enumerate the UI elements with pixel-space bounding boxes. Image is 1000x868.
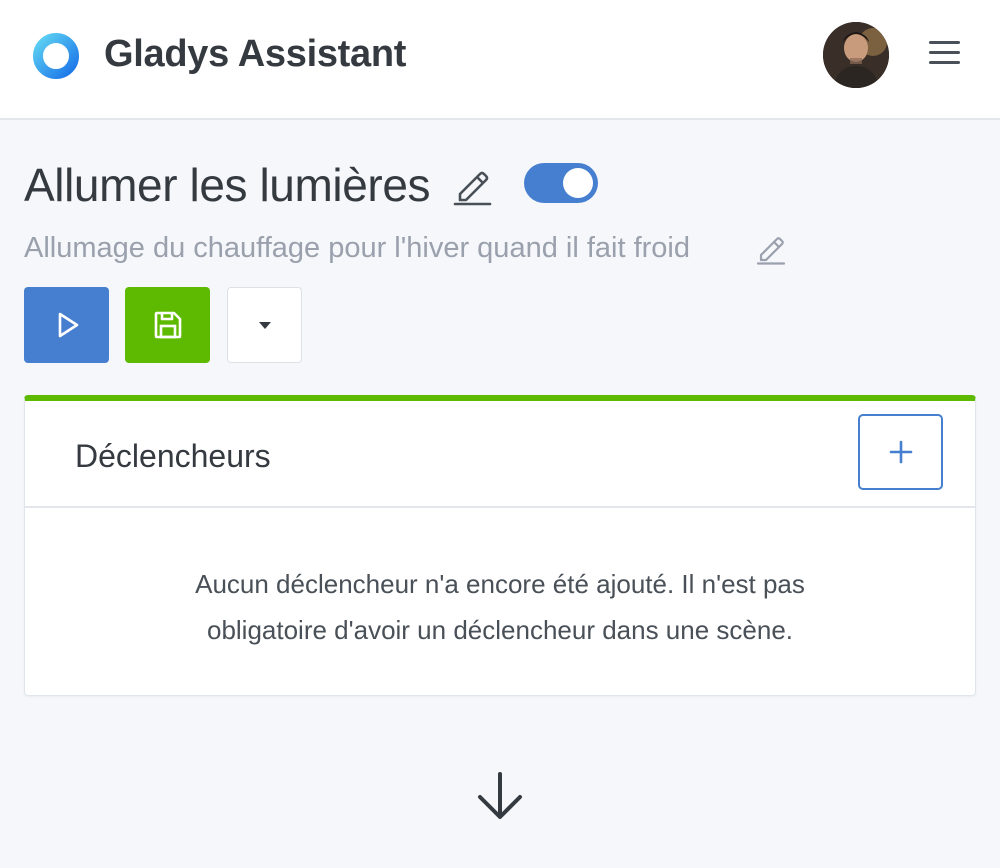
triggers-title: Déclencheurs xyxy=(75,438,271,474)
triggers-card: Déclencheurs Aucun déclencheur n'a encor… xyxy=(24,395,976,696)
scene-description: Allumage du chauffage pour l'hiver quand… xyxy=(24,232,690,264)
triggers-empty-message: Aucun déclencheur n'a encore été ajouté.… xyxy=(25,561,975,653)
empty-message-line-1: Aucun déclencheur n'a encore été ajouté.… xyxy=(195,569,805,599)
caret-down-icon xyxy=(258,322,271,329)
save-icon xyxy=(154,311,181,339)
start-scene-button[interactable] xyxy=(24,287,109,363)
scene-active-toggle[interactable] xyxy=(524,163,598,203)
play-icon xyxy=(58,312,78,338)
top-header: Gladys Assistant xyxy=(0,0,1000,120)
hamburger-menu-icon[interactable] xyxy=(925,36,963,70)
plus-icon xyxy=(889,440,912,464)
app-title: Gladys Assistant xyxy=(104,33,407,75)
avatar-image xyxy=(823,22,889,88)
empty-message-line-2: obligatoire d'avoir un déclencheur dans … xyxy=(206,615,794,645)
triggers-card-header: Déclencheurs xyxy=(25,401,975,508)
scene-title: Allumer les lumières xyxy=(24,159,431,211)
edit-description-pencil-icon[interactable] xyxy=(756,233,786,265)
more-actions-dropdown-button[interactable] xyxy=(227,287,302,363)
edit-title-pencil-icon[interactable] xyxy=(452,164,492,206)
arrow-down-icon xyxy=(478,772,522,819)
toggle-knob xyxy=(563,168,593,198)
avatar[interactable] xyxy=(823,22,889,88)
gladys-logo-icon[interactable] xyxy=(29,31,83,81)
add-trigger-button[interactable] xyxy=(858,414,943,490)
save-scene-button[interactable] xyxy=(125,287,210,363)
